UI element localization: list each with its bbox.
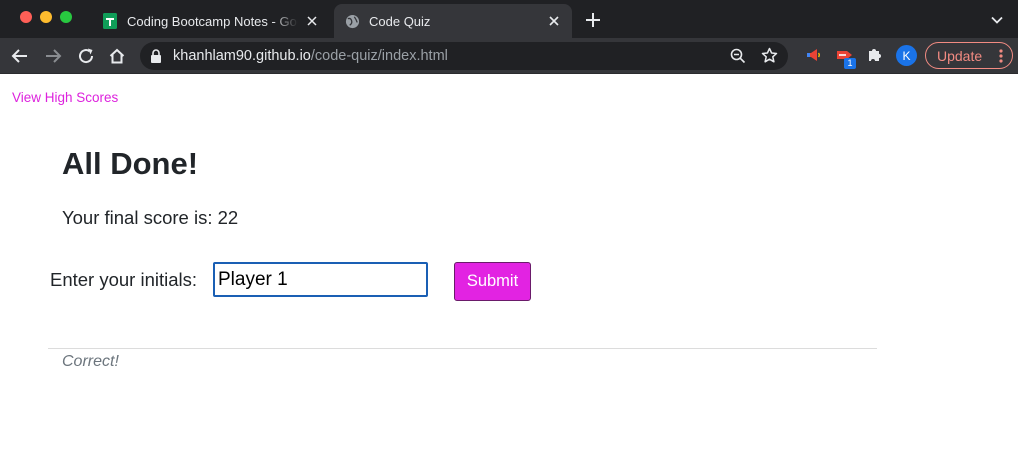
address-bar[interactable]: khanhlam90.github.io/code-quiz/index.htm… bbox=[140, 42, 788, 70]
profile-avatar[interactable]: K bbox=[896, 45, 917, 66]
back-arrow-icon[interactable] bbox=[10, 46, 30, 66]
home-icon[interactable] bbox=[107, 46, 127, 66]
extension-megaphone-icon[interactable] bbox=[804, 46, 822, 64]
tab-title: Coding Bootcamp Notes - Goo bbox=[127, 13, 298, 29]
minimize-window-button[interactable] bbox=[40, 11, 52, 23]
bookmark-star-icon[interactable] bbox=[761, 47, 778, 64]
close-tab-icon[interactable] bbox=[546, 13, 562, 29]
update-button[interactable]: Update bbox=[925, 42, 1013, 69]
extension-badge: 1 bbox=[844, 58, 856, 69]
more-menu-icon[interactable] bbox=[999, 48, 1003, 64]
chevron-down-icon[interactable] bbox=[990, 13, 1004, 27]
globe-icon bbox=[344, 13, 360, 29]
browser-tab-strip: Coding Bootcamp Notes - Goo Code Quiz bbox=[0, 0, 1018, 38]
final-score-text: Your final score is: 22 bbox=[62, 207, 239, 228]
tab-title: Code Quiz bbox=[369, 13, 431, 29]
page-content: View High Scores All Done! Your final sc… bbox=[0, 75, 1018, 456]
view-high-scores-link[interactable]: View High Scores bbox=[12, 90, 118, 105]
page-title: All Done! bbox=[62, 146, 199, 181]
url-path: /code-quiz/index.html bbox=[310, 48, 448, 64]
submit-button[interactable]: Submit bbox=[454, 262, 531, 301]
close-tab-icon[interactable] bbox=[304, 13, 320, 29]
initials-input[interactable] bbox=[213, 262, 428, 297]
tab-code-quiz[interactable]: Code Quiz bbox=[334, 4, 572, 38]
forward-arrow-icon[interactable] bbox=[43, 46, 63, 66]
url-text: khanhlam90.github.io/code-quiz/index.htm… bbox=[173, 48, 448, 64]
divider bbox=[48, 348, 877, 349]
lock-icon[interactable] bbox=[150, 49, 162, 63]
url-host: khanhlam90.github.io bbox=[173, 48, 311, 64]
initials-label: Enter your initials: bbox=[50, 269, 198, 290]
google-sheets-icon bbox=[102, 13, 118, 29]
maximize-window-button[interactable] bbox=[60, 11, 72, 23]
update-label: Update bbox=[937, 47, 983, 64]
zoom-out-icon[interactable] bbox=[730, 48, 746, 64]
tab-coding-bootcamp-notes[interactable]: Coding Bootcamp Notes - Goo bbox=[92, 4, 330, 38]
puzzle-extensions-icon[interactable] bbox=[866, 46, 884, 64]
close-window-button[interactable] bbox=[20, 11, 32, 23]
answer-feedback: Correct! bbox=[62, 353, 119, 370]
reload-icon[interactable] bbox=[76, 46, 96, 66]
new-tab-icon[interactable] bbox=[584, 11, 602, 29]
